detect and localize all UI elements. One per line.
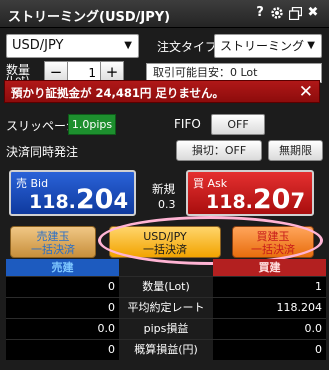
chevron-down-icon: ▼ [307, 40, 315, 51]
spread-label: 新規 [152, 182, 175, 196]
order-type-value: ストリーミング [220, 39, 305, 53]
close-sell-line1: 売建玉 [36, 230, 70, 243]
chevron-down-icon: ▼ [124, 40, 132, 51]
fifo-toggle[interactable]: OFF [211, 114, 265, 135]
settle-order-label: 決済同時発注 [6, 145, 79, 159]
currency-pair-value: USD/JPY [12, 38, 64, 53]
ask-price-small: 7 [290, 189, 306, 213]
expiry-button[interactable]: 無期限 [268, 140, 323, 161]
bid-price-big: 20 [75, 184, 114, 215]
highlight-oval [98, 216, 323, 265]
bid-price-small: 4 [113, 189, 129, 213]
title-bar: ストリーミング(USD/JPY) ? ✖ [0, 0, 329, 28]
buy-cell: 118.204 [213, 298, 326, 318]
sell-cell: 0 [6, 298, 119, 318]
order-type-select[interactable]: ストリーミング ▼ [214, 34, 322, 58]
window-title: ストリーミング(USD/JPY) [8, 10, 171, 25]
buy-cell: 0.0 [213, 319, 326, 339]
close-sell-line2: 一括決済 [31, 243, 75, 256]
alert-close-icon[interactable]: ✕ [299, 82, 313, 102]
table-row: 0 数量(Lot) 1 [6, 276, 326, 297]
stop-loss-button[interactable]: 損切：OFF [176, 140, 262, 161]
bid-price-button[interactable]: 売 Bid 118.204 [9, 170, 136, 216]
bid-price: 118.204 [29, 184, 128, 215]
sell-cell: 0 [6, 277, 119, 297]
restore-icon[interactable] [287, 5, 303, 21]
margin-alert-text: 預かり証拠金が 24,481円 足りません。 [11, 86, 225, 100]
sell-position-header: 売建 [6, 259, 119, 276]
gear-icon[interactable] [269, 5, 285, 21]
ask-price-button[interactable]: 買 Ask 118.207 [186, 170, 314, 216]
table-row: 0.0 pips損益 0.0 [6, 318, 326, 339]
tradable-amount-text: 取引可能目安：0 Lot [153, 66, 258, 79]
row-label: 数量(Lot) [142, 280, 190, 293]
spread-value: 0.3 [158, 198, 176, 211]
row-label: pips損益 [143, 322, 189, 335]
margin-alert-banner: 預かり証拠金が 24,481円 足りません。 ✕ [4, 80, 320, 103]
slippage-button[interactable]: 1.0pips [68, 114, 116, 135]
currency-pair-select[interactable]: USD/JPY ▼ [6, 34, 139, 58]
ask-price-big: 20 [252, 184, 291, 215]
order-type-label: 注文タイプ [157, 40, 218, 54]
buy-cell: 0 [213, 340, 326, 360]
close-icon[interactable]: ✖ [305, 5, 321, 21]
fifo-label: FIFO [174, 117, 201, 131]
ask-price-main: 118. [206, 191, 253, 213]
bid-price-main: 118. [29, 191, 76, 213]
table-row: 0 平均約定レート 118.204 [6, 297, 326, 318]
help-icon[interactable]: ? [252, 5, 268, 21]
row-label: 平均約定レート [127, 301, 205, 314]
sell-cell: 0.0 [6, 319, 119, 339]
ask-price: 118.207 [206, 184, 305, 215]
close-all-sell-button[interactable]: 売建玉 一括決済 [10, 226, 96, 258]
slippage-label: スリッページ [6, 119, 78, 133]
table-row: 0 概算損益(円) 0 [6, 339, 326, 360]
buy-cell: 1 [213, 277, 326, 297]
row-label: 概算損益(円) [134, 343, 198, 356]
sell-cell: 0 [6, 340, 119, 360]
buy-position-header: 買建 [213, 259, 326, 276]
